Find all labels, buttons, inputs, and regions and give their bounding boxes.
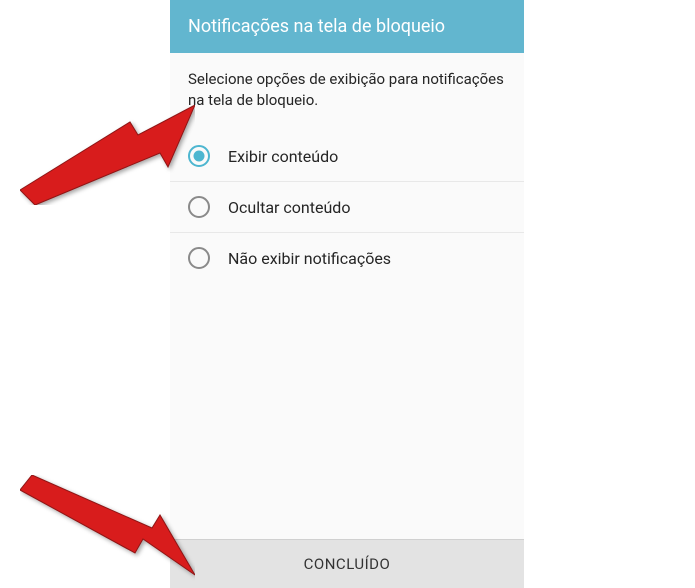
- spacer: [170, 283, 524, 539]
- options-list: Exibir conteúdo Ocultar conteúdo Não exi…: [170, 131, 524, 283]
- option-label: Exibir conteúdo: [228, 147, 338, 166]
- done-button-label: CONCLUÍDO: [304, 555, 391, 573]
- option-no-notifications[interactable]: Não exibir notificações: [170, 233, 524, 283]
- radio-icon: [188, 196, 210, 218]
- settings-dialog: Notificações na tela de bloqueio Selecio…: [170, 0, 524, 588]
- dialog-description: Selecione opções de exibição para notifi…: [170, 53, 524, 131]
- done-button[interactable]: CONCLUÍDO: [170, 539, 524, 588]
- annotation-arrow-icon: [20, 475, 195, 585]
- dialog-title: Notificações na tela de bloqueio: [188, 16, 445, 37]
- radio-icon: [188, 145, 210, 167]
- dialog-header: Notificações na tela de bloqueio: [170, 0, 524, 53]
- radio-icon: [188, 247, 210, 269]
- option-hide-content[interactable]: Ocultar conteúdo: [170, 182, 524, 233]
- annotation-arrow-icon: [20, 105, 195, 205]
- option-label: Não exibir notificações: [228, 249, 391, 268]
- option-show-content[interactable]: Exibir conteúdo: [170, 131, 524, 182]
- option-label: Ocultar conteúdo: [228, 198, 350, 217]
